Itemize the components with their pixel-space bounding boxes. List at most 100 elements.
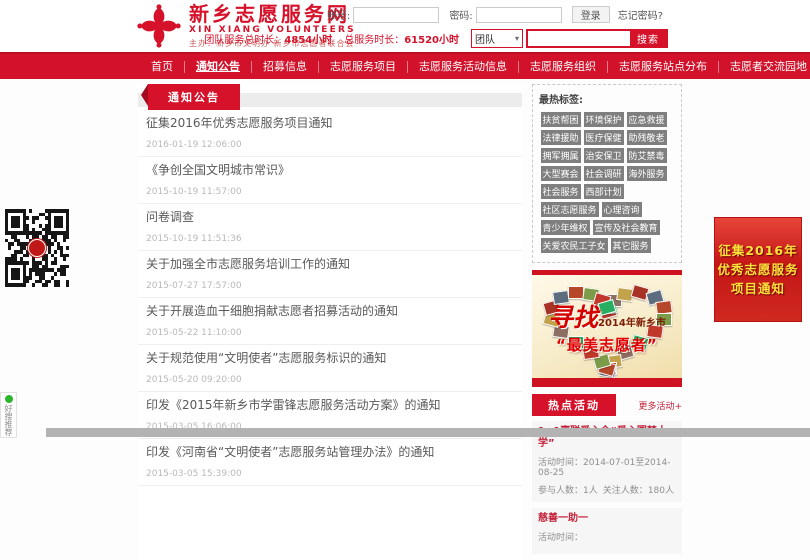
password-input[interactable] <box>476 7 562 23</box>
tag-link[interactable]: 社会服务 <box>541 184 581 199</box>
nav-item[interactable]: 志愿者交流园地 <box>719 61 810 73</box>
participants-count: 参与人数：1人 <box>538 483 598 496</box>
notice-title-link[interactable]: 问卷调查 <box>146 210 520 224</box>
search-category-select[interactable]: 团队 ▾ <box>471 29 523 48</box>
banner-bottom-strip <box>532 378 682 387</box>
notice-title-link[interactable]: 印发《河南省“文明使者”志愿服务站管理办法》的通知 <box>146 445 520 459</box>
tag-link[interactable]: 青少年维权 <box>541 220 590 235</box>
account-input[interactable] <box>353 7 439 23</box>
tag-link[interactable]: 环境保护 <box>584 112 624 127</box>
tag-link[interactable]: 防艾禁毒 <box>627 148 667 163</box>
search-bar: 团队 ▾ 搜索 <box>471 29 668 48</box>
more-activities-link[interactable]: 更多活动+ <box>638 399 682 412</box>
section-tab-notices[interactable]: 通知公告 <box>148 84 240 110</box>
right-floating-ad[interactable]: 征集2016年 优秀志愿服务 项目通知 <box>714 217 802 322</box>
banner-title: “最美志愿者” <box>556 334 658 355</box>
tag-link[interactable]: 医疗保健 <box>584 130 624 145</box>
nav-item[interactable]: 志愿服务项目 <box>319 61 408 73</box>
tag-link[interactable]: 治安保卫 <box>584 148 624 163</box>
team-hours-stat: 团队服务总时长：4854小时 <box>204 31 332 46</box>
activity-time: 活动时间： <box>538 530 676 543</box>
haosou-recommend-tab[interactable]: 好搜推荐 <box>0 392 17 438</box>
notice-item: 征集2016年优秀志愿服务项目通知 2016-01-19 12:06:00 <box>138 110 522 157</box>
total-hours-stat: 总服务时长：61520小时 <box>344 31 459 46</box>
tag-link[interactable]: 社区志愿服务 <box>541 202 599 217</box>
notice-title-link[interactable]: 关于加强全市志愿服务培训工作的通知 <box>146 257 520 271</box>
banner-subtitle: 2014年新乡市 <box>598 314 666 329</box>
notice-list-section: 通知公告 征集2016年优秀志愿服务项目通知 2016-01-19 12:06:… <box>138 84 522 560</box>
forgot-password-link[interactable]: 忘记密码? <box>618 7 663 22</box>
hot-tags-title: 最热标签: <box>539 91 675 106</box>
notice-title-link[interactable]: 印发《2015年新乡市学雷锋志愿服务活动方案》的通知 <box>146 398 520 412</box>
site-header: 新乡志愿服务网 XIN XIANG VOLUNTEERS 主办：新乡市文明办 新… <box>0 0 810 52</box>
search-button[interactable]: 搜索 <box>630 31 666 46</box>
notice-item: 关于加强全市志愿服务培训工作的通知 2015-07-27 17:57:00 <box>138 251 522 298</box>
notice-item: 《争创全国文明城市常识》 2015-10-19 11:57:00 <box>138 157 522 204</box>
tag-link[interactable]: 心理咨询 <box>602 202 642 217</box>
activity-counts: 参与人数：1人 关注人数：180人 <box>538 483 676 496</box>
activity-list: 1+1嘉联爱心会“爱心圆梦大学” 活动时间：2014-07-01至2014-08… <box>532 421 682 554</box>
nav-item[interactable]: 志愿服务组织 <box>519 61 608 73</box>
search-category-value: 团队 <box>475 31 495 46</box>
notice-timestamp: 2015-05-20 09:20:00 <box>146 375 520 385</box>
activity-title-link[interactable]: 慈善一助一 <box>538 513 676 525</box>
hot-activities-tab[interactable]: 热点活动 <box>532 394 616 416</box>
green-dot-icon <box>5 395 13 403</box>
nav-item[interactable]: 志愿服务活动信息 <box>408 61 519 73</box>
nav-item[interactable]: 招募信息 <box>252 61 319 73</box>
ad-line-1: 征集2016年 <box>718 241 797 260</box>
notice-timestamp: 2015-10-19 11:51:36 <box>146 234 520 244</box>
banner-script-text: 寻找 <box>548 298 598 334</box>
stats-search-bar: 团队服务总时长：4854小时 总服务时长：61520小时 团队 ▾ 搜索 <box>204 29 668 48</box>
tag-link[interactable]: 扶贫帮困 <box>541 112 581 127</box>
tag-link[interactable]: 西部计划 <box>584 184 624 199</box>
tag-link[interactable]: 宣传及社会教育 <box>593 220 660 235</box>
nav-item[interactable]: 首页 <box>140 61 185 73</box>
tag-link[interactable]: 大型赛会 <box>541 166 581 181</box>
notice-title-link[interactable]: 关于规范使用“文明使者”志愿服务标识的通知 <box>146 351 520 365</box>
most-beautiful-volunteer-banner[interactable]: 寻找 2014年新乡市 “最美志愿者” <box>532 270 682 387</box>
tag-link[interactable]: 社会调研 <box>584 166 624 181</box>
banner-top-strip <box>532 270 682 275</box>
tag-link[interactable]: 拥军拥属 <box>541 148 581 163</box>
section-tab-row: 通知公告 <box>138 84 522 110</box>
main-nav: 首页 通知公告 招募信息 志愿服务项目 志愿服务活动信息 志愿服务组织 志愿服务… <box>0 52 810 79</box>
tag-link[interactable]: 助残敬老 <box>627 130 667 145</box>
qr-code <box>4 208 70 288</box>
hot-activities-header: 热点活动 更多活动+ <box>532 394 682 416</box>
tag-link[interactable]: 海外服务 <box>627 166 667 181</box>
notice-item: 印发《河南省“文明使者”志愿服务站管理办法》的通知 2015-03-05 15:… <box>138 439 522 486</box>
login-bar: 账号: 密码: 登录 忘记密码? <box>317 6 663 23</box>
tag-link[interactable]: 其它服务 <box>611 238 651 253</box>
notice-timestamp: 2015-07-27 17:57:00 <box>146 281 520 291</box>
qr-center-logo-icon <box>28 239 46 257</box>
chevron-down-icon: ▾ <box>515 34 519 43</box>
followers-count: 关注人数：180人 <box>603 483 674 496</box>
search-input[interactable] <box>528 31 630 46</box>
activity-time: 活动时间：2014-07-01至2014-08-25 <box>538 455 676 478</box>
tag-cloud: 扶贫帮困 环境保护 应急救援 法律援助 医疗保健 助残敬老 拥军拥属 治安保卫 … <box>539 110 675 254</box>
notice-item: 关于开展造血干细胞捐献志愿者招募活动的通知 2015-05-22 11:10:0… <box>138 298 522 345</box>
notice-timestamp: 2015-10-19 11:57:00 <box>146 187 520 197</box>
tag-link[interactable]: 关爱农民工子女 <box>541 238 608 253</box>
notice-timestamp: 2016-01-19 12:06:00 <box>146 140 520 150</box>
hot-tags-box: 最热标签: 扶贫帮困 环境保护 应急救援 法律援助 医疗保健 助残敬老 拥军拥属 <box>532 84 682 263</box>
sidebar: 最热标签: 扶贫帮困 环境保护 应急救援 法律援助 医疗保健 助残敬老 拥军拥属 <box>532 84 682 560</box>
notice-title-link[interactable]: 征集2016年优秀志愿服务项目通知 <box>146 116 520 130</box>
nav-item[interactable]: 志愿服务站点分布 <box>608 61 719 73</box>
tag-link[interactable]: 法律援助 <box>541 130 581 145</box>
activity-item: 慈善一助一 活动时间： <box>532 508 682 554</box>
horizontal-scrollbar[interactable] <box>46 428 810 437</box>
nav-item[interactable]: 通知公告 <box>185 61 252 73</box>
content-area: 通知公告 征集2016年优秀志愿服务项目通知 2016-01-19 12:06:… <box>138 84 682 560</box>
notice-timestamp: 2015-03-05 15:39:00 <box>146 469 520 479</box>
tag-link[interactable]: 应急救援 <box>627 112 667 127</box>
notice-title-link[interactable]: 《争创全国文明城市常识》 <box>146 163 520 177</box>
search-frame: 搜索 <box>526 29 668 48</box>
notice-title-link[interactable]: 关于开展造血干细胞捐献志愿者招募活动的通知 <box>146 304 520 318</box>
notice-item: 问卷调查 2015-10-19 11:51:36 <box>138 204 522 251</box>
ad-line-3: 项目通知 <box>731 279 785 298</box>
password-label: 密码: <box>449 7 472 22</box>
login-button[interactable]: 登录 <box>572 6 610 23</box>
ad-line-2: 优秀志愿服务 <box>717 260 798 279</box>
